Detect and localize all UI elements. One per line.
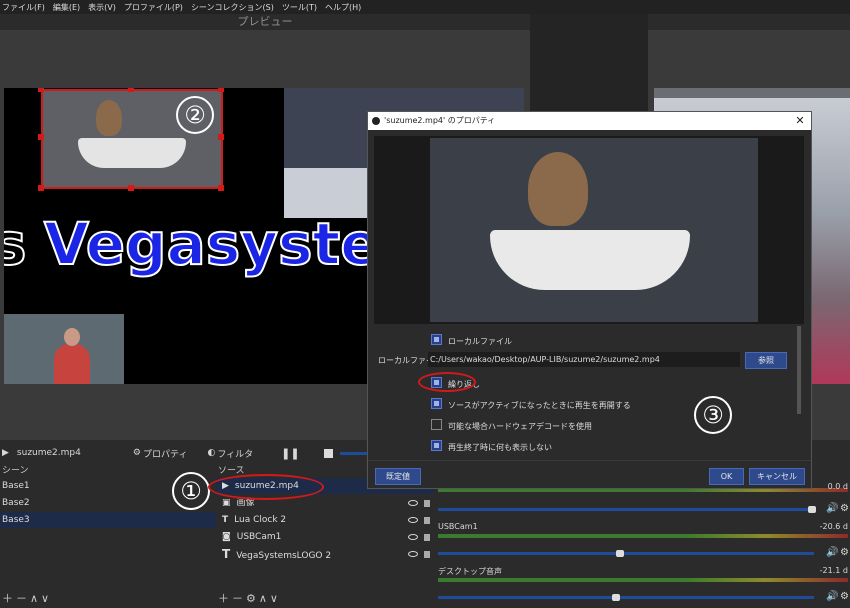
- scene-controls[interactable]: ＋－∧∨: [2, 590, 52, 606]
- pause-icon[interactable]: ❚❚: [281, 447, 299, 460]
- volume-slider[interactable]: [438, 596, 814, 599]
- camera-icon: ◙: [222, 532, 231, 542]
- highlight-ellipse: [208, 474, 324, 500]
- defaults-button[interactable]: 既定値: [375, 468, 421, 485]
- stop-icon[interactable]: [323, 448, 333, 458]
- dialog-title: 'suzume2.mp4' のプロパティ: [384, 116, 496, 125]
- restart-label: ソースがアクティブになったときに再生を再開する: [448, 401, 631, 410]
- channel-name: USBCam1: [438, 522, 478, 531]
- channel-db: -20.6 d: [819, 522, 848, 531]
- channel-name: デスクトップ音声: [438, 567, 502, 576]
- annotation-3: ③: [694, 396, 732, 434]
- bowl-shape: [490, 230, 690, 290]
- lock-icon[interactable]: [424, 500, 430, 507]
- loop-highlight-ellipse: [418, 372, 476, 392]
- dialog-titlebar: 'suzume2.mp4' のプロパティ: [368, 112, 811, 130]
- source-toolbar: ▶ suzume2.mp4 ⚙ プロパティ ◐ フィルタ ❚❚: [0, 442, 370, 464]
- menu-edit[interactable]: 編集(E): [53, 2, 80, 13]
- annotation-1: ①: [172, 472, 210, 510]
- hide-label: 再生終了時に何も表示しない: [448, 443, 552, 452]
- eye-icon[interactable]: [408, 534, 418, 540]
- gear-icon[interactable]: ⚙: [840, 547, 849, 558]
- selected-source-name: suzume2.mp4: [16, 448, 81, 458]
- close-icon[interactable]: ✕: [793, 112, 807, 130]
- text-icon: T: [222, 547, 231, 561]
- handle[interactable]: [38, 185, 44, 191]
- menu-help[interactable]: ヘルプ(H): [325, 2, 361, 13]
- browse-button[interactable]: 参照: [745, 352, 787, 369]
- handle[interactable]: [128, 88, 134, 92]
- path-field[interactable]: C:/Users/wakao/Desktop/AUP-LIB/suzume2/s…: [428, 352, 740, 367]
- source-item[interactable]: T Lua Clock 2: [216, 512, 434, 529]
- preview-image: [430, 138, 758, 322]
- handle[interactable]: [38, 134, 44, 140]
- gear-icon[interactable]: ⚙: [840, 503, 849, 514]
- source-item[interactable]: T VegaSystemsLOGO 2: [216, 546, 434, 563]
- handle[interactable]: [218, 134, 224, 140]
- source-controls[interactable]: ＋－⚙∧∨: [218, 590, 281, 606]
- scene-item-base3[interactable]: Base3: [0, 512, 216, 529]
- text-icon: T: [222, 515, 229, 525]
- obs-icon: [372, 117, 380, 125]
- handle[interactable]: [218, 88, 224, 92]
- lock-icon[interactable]: [424, 534, 430, 541]
- channel-db: -21.1 d: [819, 566, 848, 575]
- local-file-checkbox-label: ローカルファイル: [448, 337, 512, 346]
- volume-knob[interactable]: [808, 506, 816, 513]
- seek-track[interactable]: [340, 452, 370, 455]
- volume-knob[interactable]: [616, 550, 624, 557]
- handle[interactable]: [128, 185, 134, 191]
- play-icon: ▶: [2, 448, 9, 458]
- scenes-dock: シーン Base1 Base2 Base3 ＋－∧∨ ①: [0, 464, 216, 608]
- logo-banner-prefix: s: [4, 210, 28, 278]
- filters-button[interactable]: フィルタ: [217, 447, 253, 460]
- menubar: ファイル(F) 編集(E) 表示(V) プロファイル(P) シーンコレクション(…: [0, 0, 850, 14]
- properties-dialog: 'suzume2.mp4' のプロパティ ✕ ローカルファイル ローカルファイル…: [367, 111, 812, 489]
- volume-meter: [438, 534, 848, 538]
- bird-shape: [528, 152, 588, 226]
- image-icon: ▣: [222, 498, 231, 508]
- menu-tools[interactable]: ツール(T): [282, 2, 317, 13]
- menu-file[interactable]: ファイル(F): [2, 2, 45, 13]
- menu-scene-collection[interactable]: シーンコレクション(S): [191, 2, 274, 13]
- lock-icon[interactable]: [424, 517, 430, 524]
- handle[interactable]: [38, 88, 44, 92]
- person-head: [64, 328, 80, 346]
- volume-slider[interactable]: [438, 552, 814, 555]
- volume-knob[interactable]: [612, 594, 620, 601]
- speaker-icon[interactable]: 🔊: [826, 547, 838, 558]
- eye-icon[interactable]: [408, 500, 418, 506]
- speaker-icon[interactable]: 🔊: [826, 503, 838, 514]
- handle[interactable]: [218, 185, 224, 191]
- person-shape: [54, 344, 90, 384]
- gear-icon[interactable]: ⚙: [840, 591, 849, 602]
- hwdecode-checkbox[interactable]: [431, 419, 442, 430]
- gear-icon: ⚙: [132, 448, 141, 458]
- logo-banner-text: Vegasyste: [43, 210, 381, 278]
- annotation-2: ②: [176, 96, 214, 134]
- properties-button[interactable]: プロパティ: [143, 447, 187, 460]
- hide-checkbox[interactable]: [431, 440, 442, 451]
- preview-label: プレビュー: [237, 15, 293, 28]
- eye-icon[interactable]: [408, 517, 418, 523]
- speaker-icon[interactable]: 🔊: [826, 591, 838, 602]
- dialog-preview: [374, 136, 804, 324]
- cancel-button[interactable]: キャンセル: [749, 468, 805, 485]
- eye-icon[interactable]: [408, 551, 418, 557]
- menu-view[interactable]: 表示(V): [88, 2, 116, 13]
- volume-slider[interactable]: [438, 508, 814, 511]
- local-file-checkbox[interactable]: [431, 334, 442, 345]
- volume-meter: [438, 578, 848, 582]
- ok-button[interactable]: OK: [709, 468, 744, 485]
- scrollbar[interactable]: [797, 326, 801, 414]
- restart-checkbox[interactable]: [431, 398, 442, 409]
- channel-db: 0.0 d: [827, 482, 848, 491]
- source-item[interactable]: ◙ USBCam1: [216, 529, 434, 546]
- hwdecode-label: 可能な場合ハードウェアデコードを使用: [448, 422, 592, 431]
- webcam-source[interactable]: [4, 314, 124, 384]
- filter-icon: ◐: [207, 448, 216, 458]
- menu-profile[interactable]: プロファイル(P): [124, 2, 183, 13]
- dialog-footer-divider: [368, 460, 811, 461]
- lock-icon[interactable]: [424, 551, 430, 558]
